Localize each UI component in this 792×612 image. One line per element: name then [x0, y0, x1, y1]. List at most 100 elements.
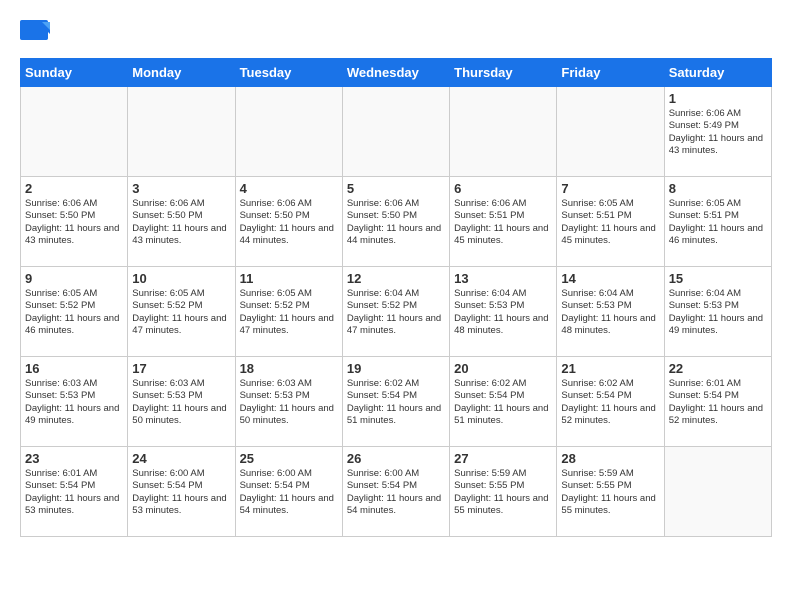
day-info: Sunrise: 6:00 AMSunset: 5:54 PMDaylight:… [347, 468, 445, 517]
day-number: 5 [347, 181, 445, 196]
logo [20, 20, 54, 48]
calendar-day-cell: 23 Sunrise: 6:01 AMSunset: 5:54 PMDayligh… [21, 447, 128, 537]
day-number: 1 [669, 91, 767, 106]
day-info: Sunrise: 6:06 AMSunset: 5:50 PMDaylight:… [347, 198, 445, 247]
day-info: Sunrise: 6:05 AMSunset: 5:52 PMDaylight:… [132, 288, 230, 337]
calendar-day-cell: 12 Sunrise: 6:04 AMSunset: 5:52 PMDayligh… [342, 267, 449, 357]
calendar-day-cell [21, 87, 128, 177]
calendar-week-row: 23 Sunrise: 6:01 AMSunset: 5:54 PMDayligh… [21, 447, 772, 537]
day-number: 17 [132, 361, 230, 376]
weekday-header: Monday [128, 59, 235, 87]
day-number: 8 [669, 181, 767, 196]
day-info: Sunrise: 6:05 AMSunset: 5:52 PMDaylight:… [240, 288, 338, 337]
weekday-header: Friday [557, 59, 664, 87]
calendar-week-row: 16 Sunrise: 6:03 AMSunset: 5:53 PMDayligh… [21, 357, 772, 447]
day-info: Sunrise: 6:05 AMSunset: 5:51 PMDaylight:… [561, 198, 659, 247]
day-info: Sunrise: 6:05 AMSunset: 5:52 PMDaylight:… [25, 288, 123, 337]
calendar-day-cell: 22Sunrise: 6:01 AMSunset: 5:54 PMDayligh… [664, 357, 771, 447]
day-info: Sunrise: 6:06 AMSunset: 5:51 PMDaylight:… [454, 198, 552, 247]
calendar-day-cell: 10 Sunrise: 6:05 AMSunset: 5:52 PMDayligh… [128, 267, 235, 357]
calendar-day-cell: 11 Sunrise: 6:05 AMSunset: 5:52 PMDayligh… [235, 267, 342, 357]
day-info: Sunrise: 6:03 AMSunset: 5:53 PMDaylight:… [25, 378, 123, 427]
day-info: Sunrise: 6:04 AMSunset: 5:52 PMDaylight:… [347, 288, 445, 337]
day-info: Sunrise: 6:01 AMSunset: 5:54 PMDaylight:… [25, 468, 123, 517]
day-info: Sunrise: 6:03 AMSunset: 5:53 PMDaylight:… [240, 378, 338, 427]
calendar-header-row: SundayMondayTuesdayWednesdayThursdayFrid… [21, 59, 772, 87]
day-info: Sunrise: 5:59 AMSunset: 5:55 PMDaylight:… [561, 468, 659, 517]
day-info: Sunrise: 5:59 AMSunset: 5:55 PMDaylight:… [454, 468, 552, 517]
calendar-day-cell: 2 Sunrise: 6:06 AMSunset: 5:50 PMDaylight… [21, 177, 128, 267]
day-number: 6 [454, 181, 552, 196]
day-number: 20 [454, 361, 552, 376]
day-number: 10 [132, 271, 230, 286]
logo-icon [20, 20, 50, 48]
calendar-day-cell [664, 447, 771, 537]
calendar-day-cell: 16 Sunrise: 6:03 AMSunset: 5:53 PMDayligh… [21, 357, 128, 447]
day-number: 22 [669, 361, 767, 376]
day-info: Sunrise: 6:00 AMSunset: 5:54 PMDaylight:… [240, 468, 338, 517]
calendar-day-cell: 13 Sunrise: 6:04 AMSunset: 5:53 PMDayligh… [450, 267, 557, 357]
page-header [20, 20, 772, 48]
calendar-day-cell: 5 Sunrise: 6:06 AMSunset: 5:50 PMDaylight… [342, 177, 449, 267]
day-info: Sunrise: 6:04 AMSunset: 5:53 PMDaylight:… [669, 288, 767, 337]
day-number: 11 [240, 271, 338, 286]
day-number: 23 [25, 451, 123, 466]
day-number: 14 [561, 271, 659, 286]
calendar-day-cell: 21 Sunrise: 6:02 AMSunset: 5:54 PMDayligh… [557, 357, 664, 447]
day-number: 19 [347, 361, 445, 376]
calendar-day-cell: 18 Sunrise: 6:03 AMSunset: 5:53 PMDayligh… [235, 357, 342, 447]
day-number: 28 [561, 451, 659, 466]
calendar-day-cell: 25 Sunrise: 6:00 AMSunset: 5:54 PMDayligh… [235, 447, 342, 537]
calendar-day-cell [128, 87, 235, 177]
calendar-day-cell: 6 Sunrise: 6:06 AMSunset: 5:51 PMDaylight… [450, 177, 557, 267]
calendar-week-row: 2 Sunrise: 6:06 AMSunset: 5:50 PMDaylight… [21, 177, 772, 267]
calendar-day-cell [235, 87, 342, 177]
calendar-day-cell: 28 Sunrise: 5:59 AMSunset: 5:55 PMDayligh… [557, 447, 664, 537]
day-number: 9 [25, 271, 123, 286]
weekday-header: Saturday [664, 59, 771, 87]
calendar-day-cell: 15 Sunrise: 6:04 AMSunset: 5:53 PMDayligh… [664, 267, 771, 357]
day-info: Sunrise: 6:06 AMSunset: 5:50 PMDaylight:… [25, 198, 123, 247]
day-number: 2 [25, 181, 123, 196]
day-number: 3 [132, 181, 230, 196]
weekday-header: Sunday [21, 59, 128, 87]
day-number: 15 [669, 271, 767, 286]
day-number: 26 [347, 451, 445, 466]
day-number: 18 [240, 361, 338, 376]
day-info: Sunrise: 6:02 AMSunset: 5:54 PMDaylight:… [347, 378, 445, 427]
day-number: 7 [561, 181, 659, 196]
calendar-day-cell: 8 Sunrise: 6:05 AMSunset: 5:51 PMDaylight… [664, 177, 771, 267]
day-info: Sunrise: 6:05 AMSunset: 5:51 PMDaylight:… [669, 198, 767, 247]
day-info: Sunrise: 6:04 AMSunset: 5:53 PMDaylight:… [561, 288, 659, 337]
calendar-day-cell: 9 Sunrise: 6:05 AMSunset: 5:52 PMDaylight… [21, 267, 128, 357]
calendar-day-cell [450, 87, 557, 177]
day-number: 4 [240, 181, 338, 196]
day-info: Sunrise: 6:00 AMSunset: 5:54 PMDaylight:… [132, 468, 230, 517]
weekday-header: Tuesday [235, 59, 342, 87]
calendar-day-cell: 27Sunrise: 5:59 AMSunset: 5:55 PMDayligh… [450, 447, 557, 537]
day-info: Sunrise: 6:02 AMSunset: 5:54 PMDaylight:… [561, 378, 659, 427]
day-info: Sunrise: 6:06 AMSunset: 5:49 PMDaylight:… [669, 108, 767, 157]
calendar-day-cell: 14 Sunrise: 6:04 AMSunset: 5:53 PMDayligh… [557, 267, 664, 357]
day-number: 12 [347, 271, 445, 286]
day-number: 13 [454, 271, 552, 286]
calendar-day-cell: 20 Sunrise: 6:02 AMSunset: 5:54 PMDayligh… [450, 357, 557, 447]
calendar-day-cell [557, 87, 664, 177]
weekday-header: Wednesday [342, 59, 449, 87]
day-info: Sunrise: 6:04 AMSunset: 5:53 PMDaylight:… [454, 288, 552, 337]
day-info: Sunrise: 6:03 AMSunset: 5:53 PMDaylight:… [132, 378, 230, 427]
day-info: Sunrise: 6:06 AMSunset: 5:50 PMDaylight:… [240, 198, 338, 247]
day-number: 21 [561, 361, 659, 376]
calendar-day-cell: 17 Sunrise: 6:03 AMSunset: 5:53 PMDayligh… [128, 357, 235, 447]
day-number: 16 [25, 361, 123, 376]
calendar-day-cell: 7 Sunrise: 6:05 AMSunset: 5:51 PMDaylight… [557, 177, 664, 267]
calendar-day-cell: 26 Sunrise: 6:00 AMSunset: 5:54 PMDayligh… [342, 447, 449, 537]
day-info: Sunrise: 6:06 AMSunset: 5:50 PMDaylight:… [132, 198, 230, 247]
calendar-week-row: 9 Sunrise: 6:05 AMSunset: 5:52 PMDaylight… [21, 267, 772, 357]
calendar-day-cell: 19 Sunrise: 6:02 AMSunset: 5:54 PMDayligh… [342, 357, 449, 447]
calendar-day-cell: 24 Sunrise: 6:00 AMSunset: 5:54 PMDayligh… [128, 447, 235, 537]
day-info: Sunrise: 6:02 AMSunset: 5:54 PMDaylight:… [454, 378, 552, 427]
day-number: 25 [240, 451, 338, 466]
calendar-day-cell [342, 87, 449, 177]
day-number: 24 [132, 451, 230, 466]
